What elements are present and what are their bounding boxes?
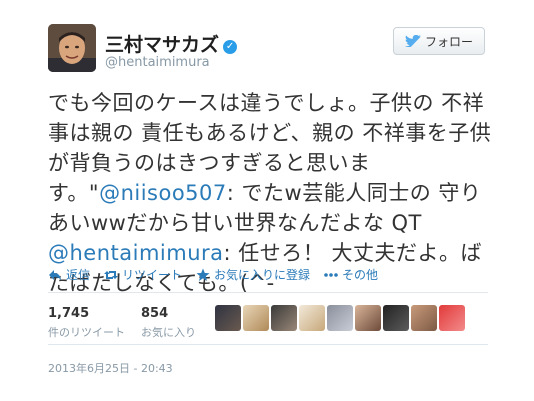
follow-label: フォロー	[424, 34, 473, 49]
user-avatar[interactable]	[48, 24, 96, 72]
favorite-stat[interactable]: 854 お気に入り	[141, 306, 196, 340]
star-icon	[196, 268, 210, 281]
follow-button[interactable]: フォロー	[393, 27, 485, 55]
more-button[interactable]: その他	[324, 266, 378, 283]
retweet-count: 1,745	[48, 306, 90, 321]
user-name[interactable]: 三村マサカズ ✓	[105, 30, 238, 57]
mention-link-hentaimimura[interactable]: @hentaimimura	[48, 241, 224, 265]
tweet-actions: 返信 リツイート お気に入りに登録 その他	[48, 266, 378, 283]
favorite-label: お気に入りに登録	[214, 268, 311, 282]
retweeter-avatar[interactable]	[299, 305, 325, 331]
favorite-button[interactable]: お気に入りに登録	[196, 266, 310, 283]
divider-bottom	[48, 344, 488, 345]
retweeter-avatar[interactable]	[411, 305, 437, 331]
more-dots-icon	[324, 272, 338, 277]
retweet-label: リツイート	[122, 268, 183, 282]
avatar-image	[48, 24, 96, 72]
reply-button[interactable]: 返信	[48, 266, 90, 283]
more-label: その他	[342, 268, 379, 282]
user-name-text[interactable]: 三村マサカズ	[105, 34, 219, 56]
retweeter-avatar[interactable]	[383, 305, 409, 331]
mention-link-niisoo507[interactable]: @niisoo507	[99, 181, 227, 205]
retweet-stat[interactable]: 1,745 件のリツイート	[48, 306, 125, 340]
retweeter-avatar[interactable]	[355, 305, 381, 331]
tweet-timestamp[interactable]: 2013年6月25日 - 20:43	[48, 360, 173, 376]
retweet-icon	[104, 270, 119, 279]
reply-label: 返信	[66, 268, 91, 282]
twitter-bird-icon	[404, 35, 421, 47]
retweeter-avatars	[215, 305, 465, 331]
verified-badge-icon: ✓	[223, 40, 238, 54]
favorite-count-label: お気に入り	[141, 326, 196, 339]
tweet-card: 三村マサカズ ✓ @hentaimimura フォロー でも今回のケースは違うでし…	[0, 0, 534, 401]
retweet-button[interactable]: リツイート	[104, 266, 182, 283]
retweeter-avatar[interactable]	[215, 305, 241, 331]
user-handle[interactable]: @hentaimimura	[105, 55, 210, 70]
reply-arrow-icon	[49, 269, 61, 280]
retweeter-avatar[interactable]	[271, 305, 297, 331]
retweeter-avatar[interactable]	[327, 305, 353, 331]
favorite-count: 854	[141, 306, 169, 321]
retweeter-avatar[interactable]	[439, 305, 465, 331]
divider-top	[48, 292, 488, 293]
retweeter-avatar[interactable]	[243, 305, 269, 331]
retweet-count-label: 件のリツイート	[48, 326, 125, 339]
